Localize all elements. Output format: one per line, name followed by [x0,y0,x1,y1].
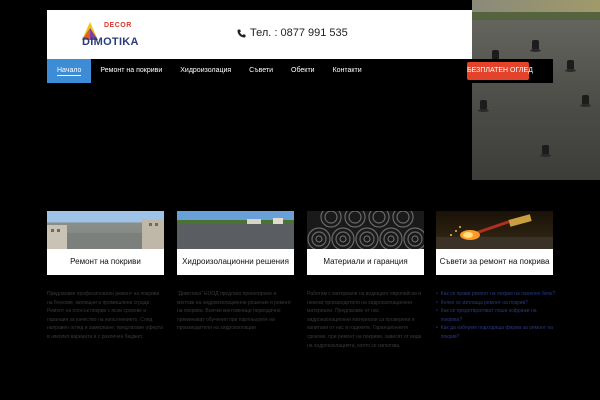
card-title: Ремонт на покриви [70,257,141,267]
card-title: Съвети за ремонт на покрива [439,257,550,267]
hero-sky [472,0,600,12]
card-image [177,211,294,249]
tips-link-list: • Как се прави ремонт на покрив на панеле… [436,290,556,342]
service-card-materials[interactable]: Материали и гаранция [307,211,424,275]
bullet-icon: • [436,325,438,332]
bullet-icon: • [436,299,438,306]
nav-item-tips[interactable]: Съвети [240,59,282,83]
phone-number: Тел. : 0877 991 535 [250,27,348,39]
logo-decor-text: DECOR [104,22,132,29]
card-image [307,211,424,249]
service-card-roof-repair[interactable]: Ремонт на покриви [47,211,164,275]
card-image [47,211,164,249]
materials-description: Работим с материали на водещите европейс… [307,291,422,349]
tips-link[interactable]: • Колко се изплаща ремонт на покрив? [436,299,556,308]
roof-vent [478,100,489,112]
building-photo [47,219,164,249]
card-title: Материали и гаранция [323,257,408,267]
roof-vent [530,40,541,52]
hero-roof-photo [472,0,600,180]
service-card-tips[interactable]: Съвети за ремонт на покрива [436,211,553,275]
flat-roof-photo [177,218,294,249]
tips-link[interactable]: • Как се прави ремонт на покрив на панеле… [436,290,556,299]
tips-link[interactable]: • Как се предотвратяват лоши кофражи на п… [436,307,556,324]
card-title: Хидроизолационни решения [182,257,289,267]
nav-item-waterproofing[interactable]: Хидроизолация [171,59,240,83]
nav-item-roof-repair[interactable]: Ремонт на покриви [91,59,171,83]
site-logo[interactable]: DECOR DIMOTIKA [82,22,138,52]
free-inspection-button[interactable]: БЕЗПЛАТЕН ОГЛЕД [467,62,533,80]
hero-treeline [472,12,600,20]
nav-item-projects[interactable]: Обекти [282,59,324,83]
phone-icon [237,28,246,38]
bullet-icon: • [436,291,438,297]
roof-repair-description: Предлагаме професионален ремонт на покри… [47,291,163,340]
site-header: DECOR DIMOTIKA Тел. : 0877 991 535 [47,10,472,59]
bullet-icon: • [436,308,438,315]
roof-vent [540,145,551,157]
waterproofing-description: “Димотика” ЕООД предлага проектиране и м… [177,291,291,332]
nav-item-contacts[interactable]: Контакти [324,59,371,83]
tips-link[interactable]: • Как да изберем подходяща фирма за ремон… [436,324,556,341]
torch-welding-photo [436,214,553,249]
nav-item-home[interactable]: Начало [47,59,92,83]
membrane-rolls-photo [307,211,424,249]
roof-vent [580,95,591,107]
service-card-waterproofing[interactable]: Хидроизолационни решения [177,211,294,275]
phone-contact[interactable]: Тел. : 0877 991 535 [237,27,348,39]
logo-brand-text: DIMOTIKA [82,36,139,48]
card-image [436,211,553,249]
roof-vent [565,60,576,72]
